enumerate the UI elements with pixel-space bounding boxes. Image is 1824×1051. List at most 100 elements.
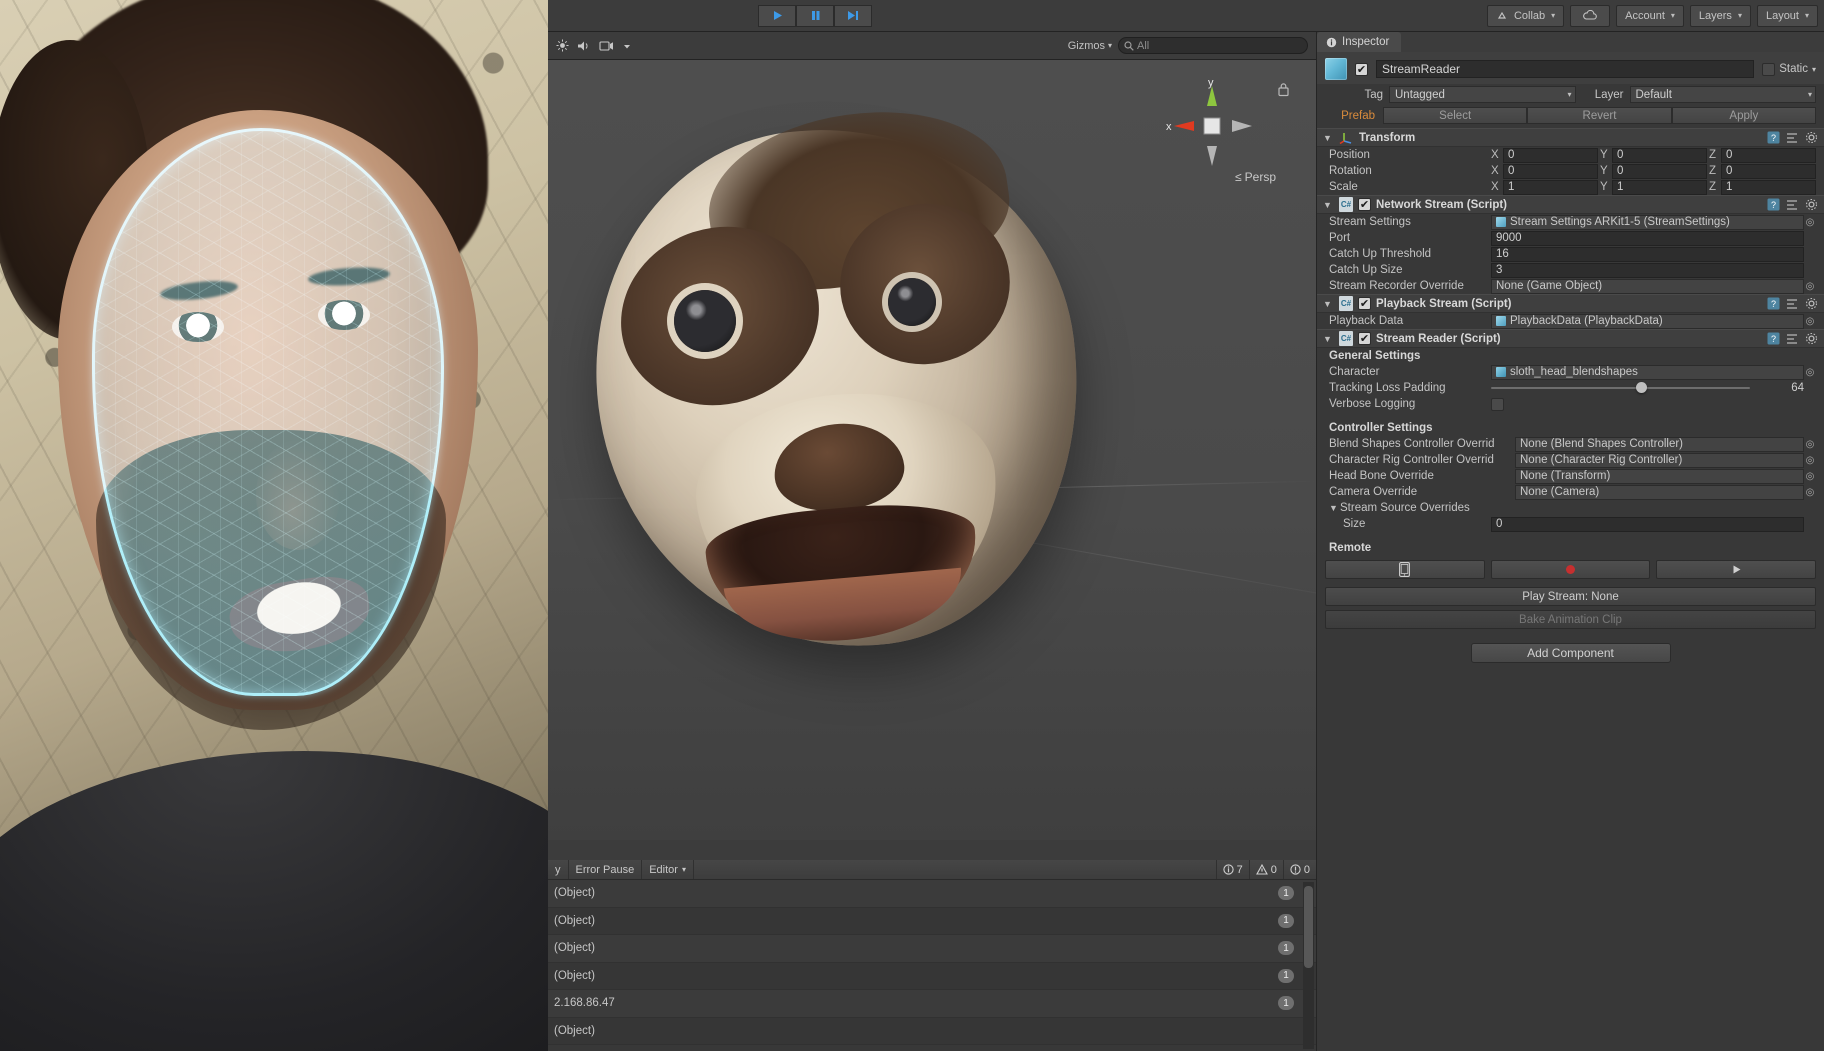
layers-button[interactable]: Layers ▾ [1690,5,1751,27]
log-row[interactable]: (Object) 1 [548,963,1316,991]
scene-view-axis-gizmo[interactable]: y x [1164,78,1260,174]
foldout-icon[interactable]: ▼ [1323,299,1334,309]
object-picker-icon[interactable]: ◎ [1804,367,1816,378]
stream-source-overrides-foldout[interactable]: ▼ Stream Source Overrides [1317,500,1824,516]
tracking-value[interactable]: 64 [1756,382,1804,394]
rotation-z-input[interactable]: 0 [1721,164,1816,179]
foldout-icon[interactable]: ▼ [1323,200,1334,210]
log-row[interactable]: 2.168.86.47 1 [548,990,1316,1018]
component-header-stream-reader[interactable]: ▼ C# ✔ Stream Reader (Script) ? [1317,329,1824,348]
position-z-input[interactable]: 0 [1721,148,1816,163]
gameobject-name: StreamReader [1382,62,1460,76]
log-row[interactable]: (Object) 1 [548,908,1316,936]
character-object-field[interactable]: sloth_head_blendshapes [1491,365,1804,380]
scale-z-input[interactable]: 1 [1721,180,1816,195]
scene-viewport[interactable]: y x ≤ Persp [548,60,1316,840]
component-header-network-stream[interactable]: ▼ C# ✔ Network Stream (Script) ? [1317,195,1824,214]
collab-button[interactable]: Collab ▾ [1487,5,1564,27]
character-rig-controller-object-field[interactable]: None (Character Rig Controller) [1515,453,1804,468]
scene-view-dropdown-icon[interactable] [622,41,632,51]
prefab-select-button[interactable]: Select [1383,107,1527,124]
remote-record-button[interactable] [1491,560,1651,579]
position-y-input[interactable]: 0 [1612,148,1707,163]
cloud-button[interactable] [1570,5,1610,27]
gameobject-enabled-checkbox[interactable]: ✔ [1355,63,1368,76]
tab-inspector[interactable]: Inspector [1317,32,1401,52]
layout-button[interactable]: Layout ▾ [1757,5,1818,27]
object-picker-icon[interactable]: ◎ [1804,487,1816,498]
tag-dropdown[interactable]: Untagged [1389,86,1576,103]
port-input[interactable]: 9000 [1491,231,1804,246]
scene-projection-label[interactable]: ≤ Persp [1235,170,1276,184]
console-scrollbar[interactable] [1303,882,1314,1049]
stream-reader-enabled-checkbox[interactable]: ✔ [1358,332,1371,345]
step-button[interactable] [834,5,872,27]
effects-toggle-icon[interactable] [599,40,614,52]
object-picker-icon[interactable]: ◎ [1804,471,1816,482]
console-clear-button[interactable]: y [548,860,569,879]
log-row[interactable]: (Object) [548,1018,1316,1046]
playback-data-object-field[interactable]: PlaybackData (PlaybackData) [1491,314,1804,329]
scene-search-input[interactable]: All [1118,37,1308,54]
camera-override-object-field[interactable]: None (Camera) [1515,485,1804,500]
console-info-filter[interactable]: 7 [1216,860,1249,879]
console-error-pause-button[interactable]: Error Pause [569,860,643,879]
catch-up-size-input[interactable]: 3 [1491,263,1804,278]
stream-recorder-override-object-field[interactable]: None (Game Object) [1491,279,1804,294]
rotation-y-input[interactable]: 0 [1612,164,1707,179]
add-component-button[interactable]: Add Component [1471,643,1671,663]
scene-search-placeholder: All [1137,40,1149,52]
gizmos-dropdown[interactable]: Gizmos ▾ [1068,40,1112,52]
play-stream-button[interactable]: Play Stream: None [1325,587,1816,606]
account-button[interactable]: Account ▾ [1616,5,1684,27]
object-picker-icon[interactable]: ◎ [1804,316,1816,327]
scene-gizmo-lock-icon[interactable] [1277,82,1290,102]
object-picker-icon[interactable]: ◎ [1804,281,1816,292]
foldout-icon[interactable]: ▼ [1323,133,1334,143]
foldout-icon[interactable]: ▼ [1329,503,1340,513]
catch-up-threshold-input[interactable]: 16 [1491,247,1804,262]
blend-shapes-controller-object-field[interactable]: None (Blend Shapes Controller) [1515,437,1804,452]
tracking-loss-padding-slider[interactable] [1491,381,1750,395]
component-header-playback-stream[interactable]: ▼ C# ✔ Playback Stream (Script) ? [1317,294,1824,313]
layer-value: Default [1636,89,1672,101]
object-picker-icon[interactable]: ◎ [1804,455,1816,466]
log-row[interactable]: (Object) 1 [548,880,1316,908]
scale-x-input[interactable]: 1 [1503,180,1598,195]
object-picker-icon[interactable]: ◎ [1804,217,1816,228]
network-stream-enabled-checkbox[interactable]: ✔ [1358,198,1371,211]
remote-play-button[interactable] [1656,560,1816,579]
play-button[interactable] [758,5,796,27]
size-input[interactable]: 0 [1491,517,1804,532]
verbose-logging-checkbox[interactable] [1491,398,1504,411]
bake-animation-clip-button[interactable]: Bake Animation Clip [1325,610,1816,629]
remote-connect-button[interactable] [1325,560,1485,579]
static-toggle[interactable]: Static ▾ [1762,63,1816,76]
lighting-toggle-icon[interactable] [556,39,569,52]
audio-toggle-icon[interactable] [577,40,591,52]
console-editor-label: Editor [649,864,678,876]
scale-y-input[interactable]: 1 [1612,180,1707,195]
foldout-icon[interactable]: ▼ [1323,334,1334,344]
scene-view-panel: Gizmos ▾ All [548,32,1316,840]
component-header-transform[interactable]: ▼ Transform ? [1317,128,1824,147]
gameobject-name-input[interactable]: StreamReader [1376,60,1754,78]
console-error-filter[interactable]: 0 [1283,860,1316,879]
log-row[interactable]: (Object) 1 [548,935,1316,963]
object-picker-icon[interactable]: ◎ [1804,439,1816,450]
playback-stream-enabled-checkbox[interactable]: ✔ [1358,297,1371,310]
position-x-input[interactable]: 0 [1503,148,1598,163]
console-editor-dropdown[interactable]: Editor ▾ [642,860,694,879]
pause-button[interactable] [796,5,834,27]
head-bone-override-object-field[interactable]: None (Transform) [1515,469,1804,484]
layer-dropdown[interactable]: Default [1630,86,1817,103]
console-warning-filter[interactable]: 0 [1249,860,1283,879]
console-log-list[interactable]: (Object) 1 (Object) 1 (Object) 1 (Object… [548,880,1316,1051]
console-scrollbar-thumb[interactable] [1304,886,1313,968]
prefab-revert-button[interactable]: Revert [1527,107,1671,124]
stream-settings-object-field[interactable]: Stream Settings ARKit1-5 (StreamSettings… [1491,215,1804,230]
rotation-x-input[interactable]: 0 [1503,164,1598,179]
slider-knob[interactable] [1636,382,1647,393]
static-checkbox[interactable] [1762,63,1775,76]
prefab-apply-button[interactable]: Apply [1672,107,1816,124]
